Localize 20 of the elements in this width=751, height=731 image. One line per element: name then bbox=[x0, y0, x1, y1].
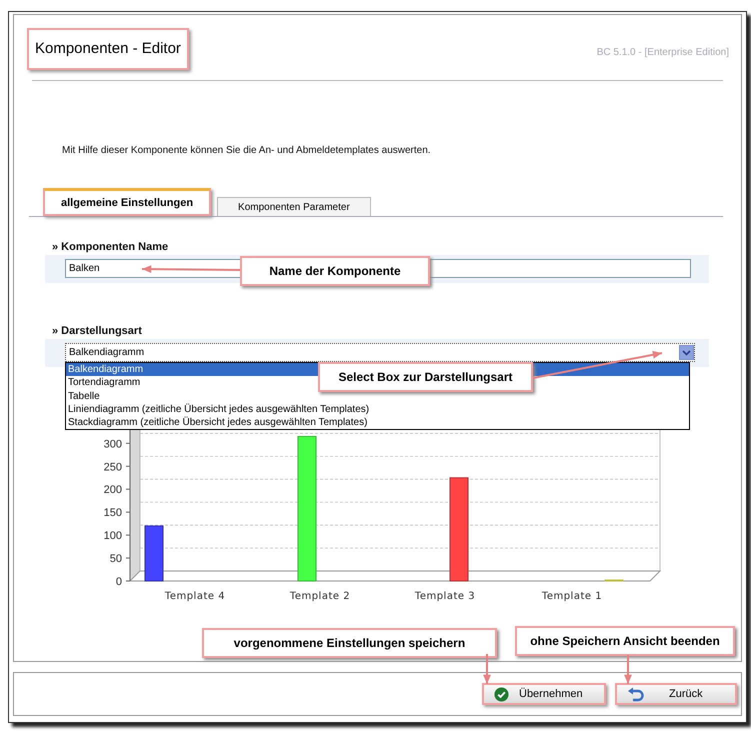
axis-tick-label: 300 bbox=[104, 438, 122, 450]
axis-tick-label: 150 bbox=[104, 507, 122, 520]
section-label: » Komponenten Name bbox=[52, 241, 170, 253]
category-label: Template 1 bbox=[542, 591, 602, 602]
axis-tick-label: 100 bbox=[104, 530, 122, 542]
version-label: BC 5.1.0 - [Enterprise Edition] bbox=[596, 46, 729, 58]
annotation-tooltip: Select Box zur Darstellungsart bbox=[318, 362, 533, 392]
axis-tick-label: 50 bbox=[110, 553, 122, 566]
axis-tick-label: 250 bbox=[104, 461, 122, 474]
annotation-tooltip: vorgenommene Einstellungen speichern bbox=[202, 628, 497, 658]
annotation-tooltip: ohne Speichern Ansicht beenden bbox=[515, 626, 735, 656]
category-label: Template 2 bbox=[290, 591, 350, 602]
annotation-tooltip: Name der Komponente bbox=[240, 256, 430, 286]
category-label: Template 3 bbox=[414, 591, 476, 602]
section-label: » Darstellungsart bbox=[52, 325, 143, 337]
axis-tick-label: 200 bbox=[104, 484, 122, 496]
editor-title: Komponenten - Editor bbox=[27, 28, 189, 70]
description-text: Mit Hilfe dieser Komponente können Sie die An- und Abmeldetemplates auswerten. bbox=[62, 145, 432, 156]
category-label: Template 4 bbox=[164, 591, 226, 602]
axis-tick-label: 0 bbox=[116, 576, 122, 588]
